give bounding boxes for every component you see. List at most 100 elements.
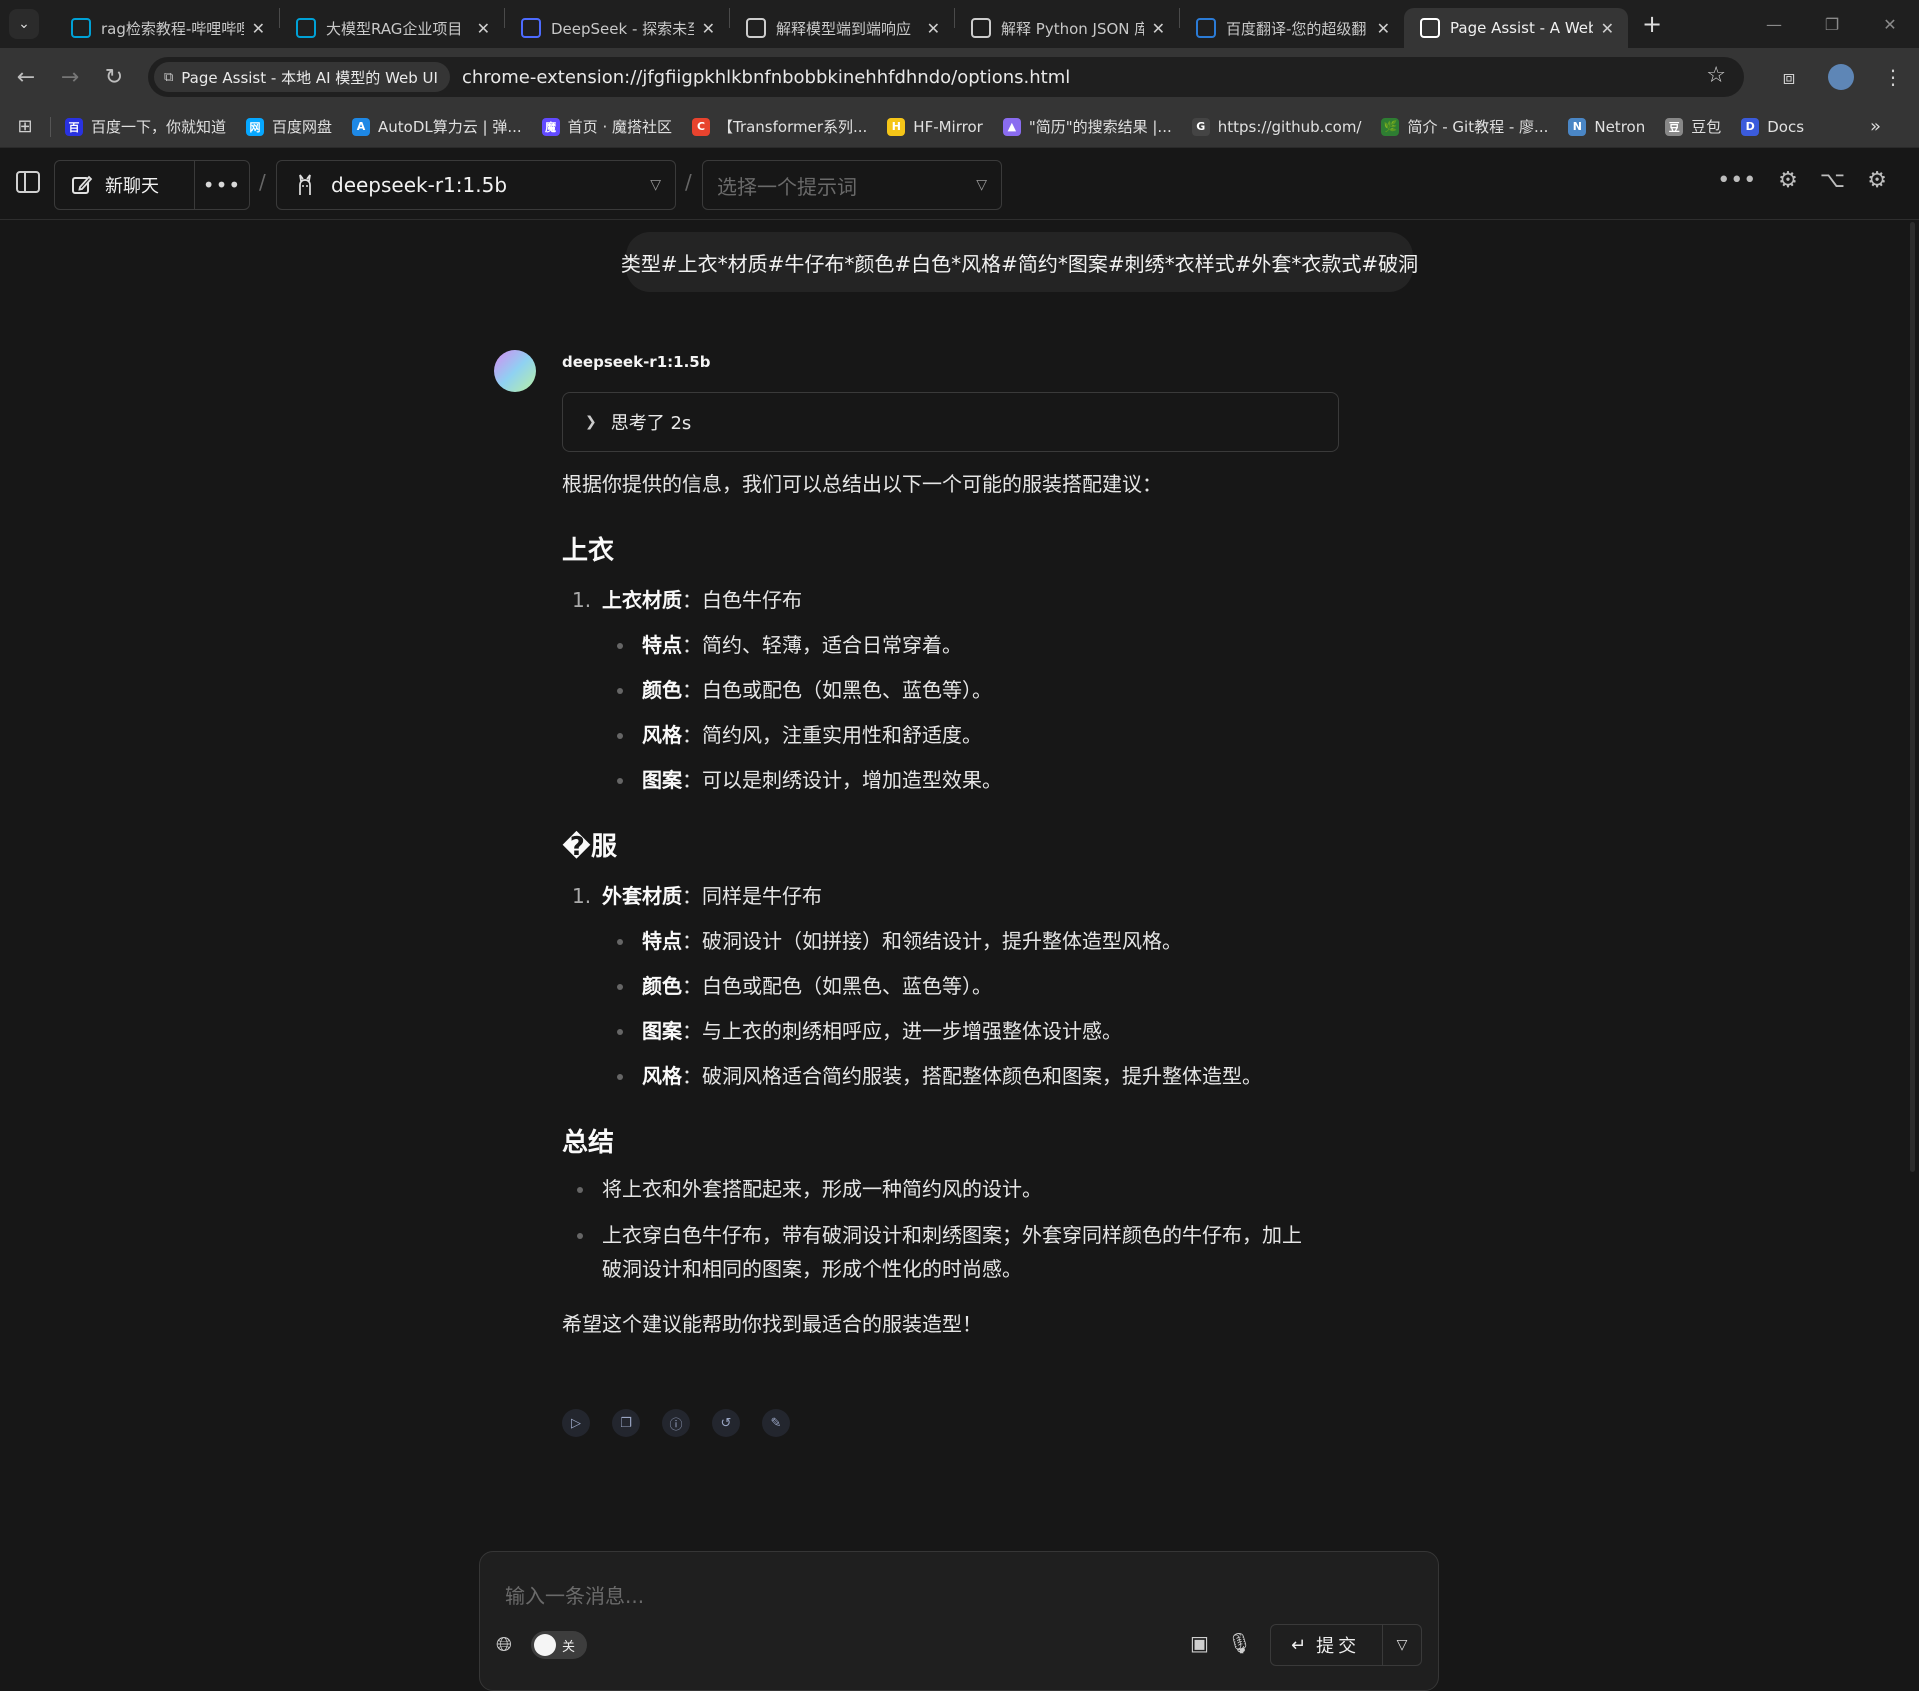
minimize-icon[interactable]: — (1745, 0, 1803, 48)
model-select-value: deepseek-r1:1.5b (331, 173, 508, 197)
bookmark-favicon-icon: 网 (246, 117, 265, 136)
chevron-down-icon[interactable]: ▽ (1383, 1637, 1421, 1653)
bookmark-item[interactable]: H HF-Mirror (887, 117, 983, 136)
restore-icon[interactable]: ❐ (1803, 0, 1861, 48)
toggle-knob (534, 1634, 556, 1656)
profile-avatar[interactable] (1828, 64, 1854, 90)
play-icon[interactable]: ▷ (562, 1409, 590, 1437)
message-input[interactable]: 输入一条消息... (505, 1580, 644, 1609)
list-number: 1. (572, 884, 592, 908)
bookmark-label: 简介 - Git教程 - 廖... (1407, 118, 1549, 136)
microphone-icon[interactable]: 🎙︎ (1227, 1631, 1252, 1655)
sub-list-item: 特点：简约、轻薄，适合日常穿着。 (562, 629, 1302, 661)
scroll-thumb[interactable] (1910, 222, 1915, 1172)
close-tab-icon[interactable]: ✕ (1152, 19, 1165, 38)
reload-icon[interactable]: ↻ (92, 65, 136, 90)
bookmark-item[interactable]: 百百度一下，你就知道 (65, 116, 226, 137)
browser-tab-strip: ⌄ rag检索教程-哔哩哔哩 ✕ 大模型RAG企业项目 ✕ DeepSeek - 探索未… (0, 0, 1919, 48)
browser-tab[interactable]: 百度翻译-您的超级翻 ✕ (1180, 8, 1404, 48)
url-text[interactable]: chrome-extension://jfgfiigpkhlkbnfnbobbk… (462, 67, 1070, 88)
browser-tab[interactable]: DeepSeek - 探索未至 ✕ (505, 8, 729, 48)
web-search-toggle[interactable]: 关 (531, 1631, 587, 1659)
bookmark-favicon-icon: C (691, 117, 710, 136)
bookmark-item[interactable]: Ghttps://github.com/ (1191, 117, 1361, 136)
forward-icon[interactable]: → (48, 65, 92, 90)
tab-search-button[interactable]: ⌄ (9, 9, 39, 39)
summary-list-item: 将上衣和外套搭配起来，形成一种简约风的设计。 (562, 1172, 1302, 1206)
bookmark-item[interactable]: 网百度网盘 (246, 116, 332, 137)
new-tab-button[interactable]: + (1642, 10, 1662, 38)
bookmark-item[interactable]: 魔首页 · 魔搭社区 (541, 116, 672, 137)
more-options-icon[interactable]: ••• (195, 173, 249, 197)
bookmark-item[interactable]: ▲ "简历"的搜索结果 |... (1002, 116, 1172, 137)
browser-tab[interactable]: 解释 Python JSON 库 ✕ (955, 8, 1179, 48)
ollama-settings-icon[interactable]: ⚙ (1778, 168, 1798, 193)
model-select[interactable]: deepseek-r1:1.5b ▽ (276, 160, 676, 210)
sub-item-value: ：简约、轻薄，适合日常穿着。 (682, 633, 962, 657)
bookmark-item[interactable]: N Netron (1568, 117, 1646, 136)
close-window-icon[interactable]: ✕ (1861, 0, 1919, 48)
more-menu-icon[interactable]: ••• (1717, 168, 1756, 193)
more-bookmarks-icon[interactable]: » (1870, 116, 1881, 137)
back-icon[interactable]: ← (4, 65, 48, 90)
sub-item-key: 颜色 (642, 678, 682, 702)
settings-gear-icon[interactable]: ⚙ (1867, 168, 1887, 193)
sidebar-toggle-icon[interactable] (14, 168, 42, 196)
extensions-icon[interactable]: ⧈ (1763, 65, 1815, 89)
thinking-collapse[interactable]: ❯ 思考了 2s (562, 392, 1339, 452)
page-assist-icon (1420, 18, 1440, 38)
browser-tab[interactable]: rag检索教程-哔哩哔哩 ✕ (55, 8, 279, 48)
bookmark-item[interactable]: D Docs (1741, 117, 1804, 136)
browser-tab[interactable]: 大模型RAG企业项目 ✕ (280, 8, 504, 48)
sub-item-key: 风格 (642, 723, 682, 747)
bookmark-item[interactable]: A AutoDL算力云 | 弹... (352, 116, 522, 137)
list-item: 1. 外套材质：同样是牛仔布 (562, 880, 1302, 912)
chat-scrollbar[interactable] (1906, 220, 1919, 1673)
regenerate-icon[interactable]: ↺ (712, 1409, 740, 1437)
bookmark-star-icon[interactable]: ☆ (1706, 63, 1726, 88)
sub-item-value: ：破洞风格适合简约服装，搭配整体颜色和图案，提升整体造型。 (682, 1064, 1262, 1088)
prompt-select[interactable]: 选择一个提示词 ▽ (702, 160, 1002, 210)
browser-tab[interactable]: 解释模型端到端响应 ✕ (730, 8, 954, 48)
bookmark-item[interactable]: 🌿 简介 - Git教程 - 廖... (1381, 116, 1548, 137)
globe-icon[interactable]: 🌐︎ (496, 1632, 512, 1656)
close-tab-icon[interactable]: ✕ (1601, 19, 1614, 38)
tab-title: 解释模型端到端响应 (776, 19, 912, 38)
ollama-llama-icon (299, 174, 311, 195)
sub-list-item: 颜色：白色或配色（如黑色、蓝色等）。 (562, 970, 1302, 1002)
close-tab-icon[interactable]: ✕ (252, 19, 265, 38)
edit-pencil-icon[interactable]: ✎ (762, 1409, 790, 1437)
close-tab-icon[interactable]: ✕ (477, 19, 490, 38)
info-icon[interactable]: ⓘ (662, 1409, 690, 1437)
bookmark-favicon-icon: H (887, 117, 906, 136)
tab-title: rag检索教程-哔哩哔哩 (101, 19, 244, 38)
enter-key-icon: ↵ (1291, 1634, 1307, 1656)
copy-icon[interactable]: ❐ (612, 1409, 640, 1437)
github-icon[interactable]: ⌥ (1820, 168, 1845, 193)
site-info-chip[interactable]: ⧉ Page Assist - 本地 AI 模型的 Web UI (154, 62, 450, 92)
close-tab-icon[interactable]: ✕ (702, 19, 715, 38)
breadcrumb-separator: / (685, 170, 692, 194)
list-key: 上衣材质 (602, 588, 682, 612)
menu-kebab-icon[interactable]: ⋮ (1867, 65, 1919, 89)
bookmark-item[interactable]: 豆豆包 (1665, 116, 1721, 137)
answer-outro: 希望这个建议能帮助你找到最适合的服装造型！ (562, 1312, 982, 1336)
bookmark-favicon-icon: N (1568, 117, 1587, 136)
apps-grid-icon[interactable]: ⊞ (0, 116, 50, 137)
address-bar[interactable]: ⧉ Page Assist - 本地 AI 模型的 Web UI chrome-… (148, 57, 1744, 97)
bookmark-favicon-icon: 魔 (541, 117, 560, 136)
image-upload-icon[interactable]: ▣ (1190, 1631, 1209, 1655)
bookmarks-bar: ⊞ 百百度一下，你就知道网百度网盘 A AutoDL算力云 | 弹... 魔首页 · … (0, 106, 1919, 148)
sub-list-item: 风格：破洞风格适合简约服装，搭配整体颜色和图案，提升整体造型。 (562, 1060, 1302, 1092)
sub-list-item: 图案：与上衣的刺绣相呼应，进一步增强整体设计感。 (562, 1015, 1302, 1047)
bookmark-item[interactable]: C 【Transformer系列... (691, 116, 867, 137)
submit-button[interactable]: ↵ 提交 (1271, 1625, 1383, 1665)
bookmark-favicon-icon: 🌿 (1381, 117, 1400, 136)
bookmark-label: "简历"的搜索结果 |... (1028, 118, 1172, 136)
new-chat-button[interactable]: 新聊天 (55, 161, 195, 209)
close-tab-icon[interactable]: ✕ (1377, 19, 1390, 38)
bookmark-label: Netron (1594, 117, 1646, 136)
close-tab-icon[interactable]: ✕ (927, 19, 940, 38)
bookmark-favicon-icon: D (1741, 117, 1760, 136)
browser-tab[interactable]: Page Assist - A Web ✕ (1404, 8, 1628, 48)
